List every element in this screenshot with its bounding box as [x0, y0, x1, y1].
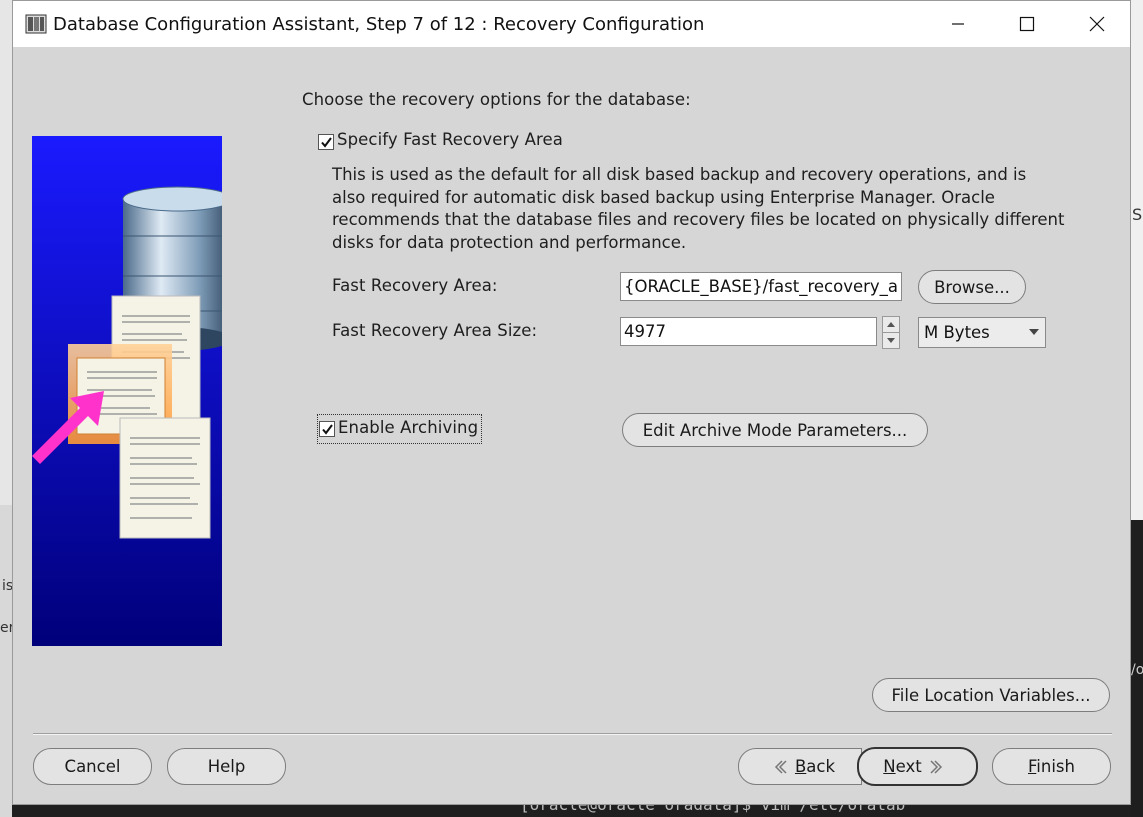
finish-button[interactable]: Finish [992, 748, 1111, 785]
edit-archive-params-button[interactable]: Edit Archive Mode Parameters... [622, 413, 928, 447]
fra-checkbox-label[interactable]: Specify Fast Recovery Area [337, 130, 563, 149]
description-line: This is used as the default for all disk… [332, 165, 1027, 184]
next-label: Next [883, 757, 922, 776]
fra-checkbox[interactable] [318, 134, 334, 150]
close-icon [1089, 16, 1105, 32]
fra-location-input[interactable]: {ORACLE_BASE}/fast_recovery_a [620, 272, 902, 301]
chevron-right-icon [930, 759, 944, 774]
minimize-icon [952, 23, 964, 25]
archiving-checkbox[interactable] [319, 421, 335, 437]
next-button[interactable]: Next [857, 747, 978, 786]
minimize-button[interactable] [923, 1, 993, 47]
description-line: recommends that the database files and r… [332, 210, 1065, 229]
checkmark-icon [321, 423, 333, 435]
chevron-down-icon [1029, 329, 1039, 335]
dialog-content: Choose the recovery options for the data… [13, 47, 1130, 806]
spinner-down-button[interactable] [883, 333, 899, 348]
dbca-dialog: Database Configuration Assistant, Step 7… [12, 0, 1131, 805]
window-title: Database Configuration Assistant, Step 7… [53, 13, 705, 35]
desktop-left-panel [0, 505, 12, 817]
fra-size-unit-select[interactable]: M Bytes [918, 317, 1046, 348]
fra-size-label: Fast Recovery Area Size: [332, 321, 538, 340]
title-bar[interactable]: Database Configuration Assistant, Step 7… [13, 1, 1130, 47]
cancel-button[interactable]: Cancel [33, 748, 152, 785]
recovery-illustration [32, 136, 222, 646]
back-button[interactable]: Back [738, 748, 862, 785]
chevron-left-icon [773, 759, 787, 774]
fra-size-spinner[interactable] [882, 316, 900, 349]
fra-description: This is used as the default for all disk… [332, 164, 1112, 254]
maximize-button[interactable] [992, 1, 1062, 47]
fra-size-input[interactable]: 4977 [620, 317, 877, 346]
back-label: Back [794, 757, 836, 776]
file-location-variables-button[interactable]: File Location Variables... [872, 678, 1110, 712]
spinner-up-button[interactable] [883, 317, 899, 333]
background-text-fragment: S [1132, 205, 1143, 224]
maximize-icon [1019, 16, 1035, 32]
footer-separator [33, 733, 1112, 735]
arrow-up-icon [887, 322, 895, 327]
arrow-down-icon [887, 338, 895, 343]
intro-text: Choose the recovery options for the data… [302, 90, 691, 109]
checkmark-icon [320, 136, 332, 148]
archiving-checkbox-label[interactable]: Enable Archiving [338, 418, 478, 437]
help-button[interactable]: Help [167, 748, 286, 785]
database-app-icon [25, 14, 47, 34]
finish-label: Finish [1028, 757, 1075, 776]
description-line: disks for data protection and performanc… [332, 232, 687, 252]
close-button[interactable] [1062, 1, 1132, 47]
unit-select-value: M Bytes [924, 323, 990, 342]
fra-location-label: Fast Recovery Area: [332, 276, 498, 295]
description-line: also required for automatic disk based b… [332, 187, 995, 207]
background-text-fragment: /o [1131, 662, 1143, 678]
browse-button[interactable]: Browse... [918, 270, 1026, 304]
